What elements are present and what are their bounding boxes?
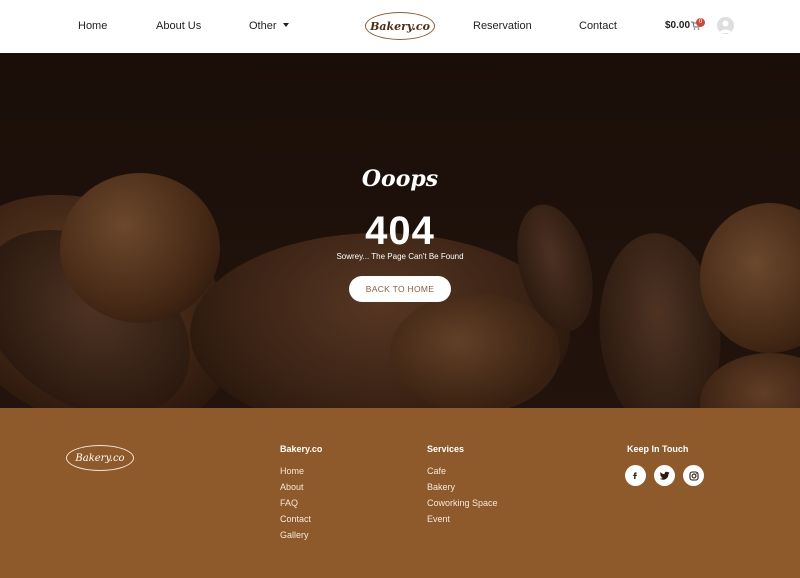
nav-contact[interactable]: Contact	[579, 20, 617, 32]
error-code: 404	[365, 209, 435, 253]
footer-heading-bakery: Bakery.co	[280, 444, 323, 454]
footer-link-cafe[interactable]: Cafe	[427, 466, 446, 476]
footer-heading-services: Services	[427, 444, 465, 454]
nav-other[interactable]: Other	[249, 20, 289, 32]
chevron-down-icon	[282, 23, 289, 27]
brand-logo[interactable]: Bakery.co	[365, 12, 435, 40]
site-footer: Bakery.co Bakery.co Home About FAQ Conta…	[0, 408, 800, 578]
footer-link-contact[interactable]: Contact	[280, 514, 311, 524]
error-message: Sowrey... The Page Can't Be Found	[336, 252, 464, 261]
ooops-heading: Ooops	[361, 166, 439, 192]
nav-home[interactable]: Home	[78, 20, 107, 32]
facebook-icon[interactable]	[625, 465, 646, 486]
footer-link-event[interactable]: Event	[427, 514, 450, 524]
footer-link-bakery[interactable]: Bakery	[427, 482, 455, 492]
twitter-icon[interactable]	[654, 465, 675, 486]
footer-link-gallery[interactable]: Gallery	[280, 530, 309, 540]
back-to-home-button[interactable]: BACK TO HOME	[349, 276, 451, 302]
footer-link-home[interactable]: Home	[280, 466, 304, 476]
cart-count-badge: 0	[696, 18, 705, 27]
nav-other-label: Other	[249, 20, 277, 32]
footer-link-coworking-space[interactable]: Coworking Space	[427, 498, 498, 508]
site-header: Home About Us Other Bakery.co Reservatio…	[0, 0, 800, 53]
nav-about-us[interactable]: About Us	[156, 20, 201, 32]
footer-logo[interactable]: Bakery.co	[66, 445, 134, 471]
hero-section: Ooops 404 Sowrey... The Page Can't Be Fo…	[0, 53, 800, 408]
footer-link-about[interactable]: About	[280, 482, 304, 492]
nav-reservation[interactable]: Reservation	[473, 20, 532, 32]
cart-total[interactable]: $0.00	[665, 20, 690, 31]
user-avatar-icon[interactable]	[717, 17, 734, 34]
footer-heading-keep-in-touch: Keep In Touch	[627, 444, 689, 454]
footer-link-faq[interactable]: FAQ	[280, 498, 298, 508]
instagram-icon[interactable]	[683, 465, 704, 486]
